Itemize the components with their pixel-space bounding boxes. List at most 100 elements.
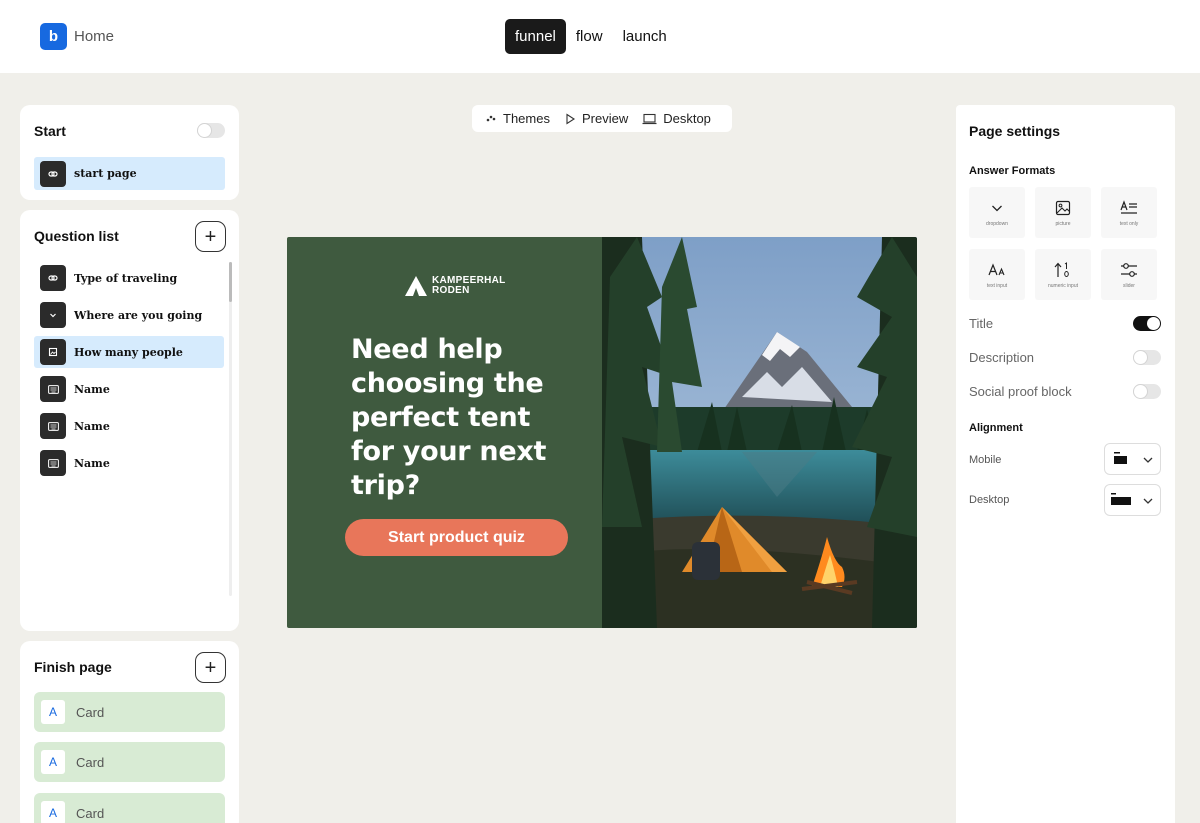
format-label: text only — [1119, 221, 1139, 227]
brand-logo: KAMPEERHAL RODEN — [404, 275, 506, 297]
sort-numeric-icon — [1054, 262, 1069, 277]
link-icon — [40, 160, 66, 187]
start-page-item[interactable]: start page — [34, 157, 225, 190]
description-setting-label: Description — [969, 350, 1035, 365]
themes-label: Themes — [503, 111, 550, 126]
question-item-how-many-people[interactable]: How many people — [34, 336, 224, 368]
camping-landscape-image — [602, 237, 917, 628]
format-text-input[interactable]: text input — [969, 249, 1025, 300]
preview-label: Preview — [581, 111, 629, 126]
finish-card[interactable]: A Card — [34, 793, 225, 823]
palette-icon — [486, 115, 496, 121]
question-list-panel: Question list + Type of traveling Where … — [20, 210, 239, 631]
social-proof-setting-label: Social proof block — [969, 384, 1072, 399]
preview-text-panel: KAMPEERHAL RODEN Need help choosing the … — [287, 237, 602, 628]
headline-line: perfect tent — [351, 402, 531, 433]
canvas-toolbar: Themes Preview Desktop — [472, 105, 732, 132]
question-label: How many people — [74, 345, 183, 359]
desktop-alignment-select[interactable] — [1104, 484, 1161, 516]
start-quiz-button[interactable]: Start product quiz — [345, 519, 568, 556]
question-label: Where are you going — [74, 308, 203, 322]
desktop-button[interactable]: Desktop — [642, 111, 711, 126]
mobile-alignment-label: Mobile — [969, 454, 1002, 466]
format-label: text input — [986, 283, 1008, 289]
mobile-alignment-select[interactable] — [1104, 443, 1161, 475]
add-question-button[interactable]: + — [195, 221, 226, 252]
question-item-name[interactable]: Name — [34, 447, 224, 479]
card-type-badge: A — [41, 750, 65, 774]
image-icon — [1055, 200, 1071, 216]
text-icon — [1120, 200, 1137, 214]
keyboard-icon — [40, 413, 66, 439]
card-type-badge: A — [41, 801, 65, 823]
plus-icon: + — [204, 225, 217, 248]
question-label: Type of traveling — [74, 271, 178, 285]
question-list-scroll-thumb[interactable] — [229, 262, 232, 302]
finish-page-title: Finish page — [34, 659, 112, 675]
title-setting-label: Title — [969, 316, 994, 331]
home-link[interactable]: Home — [74, 28, 114, 45]
question-label: Name — [74, 419, 110, 433]
answer-formats-label: Answer Formats — [969, 165, 1056, 177]
image-icon — [40, 339, 66, 365]
headline-line: choosing the — [351, 368, 544, 399]
question-item-name[interactable]: Name — [34, 410, 224, 442]
finish-page-panel: Finish page + A Card A Card A Card — [20, 641, 239, 823]
font-size-icon — [988, 263, 1005, 276]
align-left-icon — [1111, 493, 1131, 505]
tent-logo-icon — [405, 276, 427, 296]
question-list-scrollbar[interactable] — [229, 262, 232, 596]
start-panel: Start start page — [20, 105, 239, 200]
question-item-type-of-traveling[interactable]: Type of traveling — [34, 262, 224, 294]
finish-card[interactable]: A Card — [34, 692, 225, 732]
question-item-where-are-you-going[interactable]: Where are you going — [34, 299, 224, 331]
headline-line: trip? — [351, 470, 420, 501]
chevron-down-icon — [1143, 498, 1153, 504]
alignment-label: Alignment — [969, 422, 1023, 434]
question-item-name[interactable]: Name — [34, 373, 224, 405]
top-bar: b Home funnel flow launch — [0, 0, 1200, 73]
social-proof-toggle[interactable] — [1133, 384, 1161, 399]
format-slider[interactable]: slider — [1101, 249, 1157, 300]
format-label: numeric input — [1047, 283, 1078, 289]
card-label: Card — [76, 754, 105, 770]
chevron-down-icon — [40, 302, 66, 328]
title-toggle[interactable] — [1133, 316, 1161, 331]
format-dropdown[interactable]: dropdown — [969, 187, 1025, 238]
format-label: picture — [1055, 221, 1071, 227]
chevron-down-icon — [992, 205, 1002, 212]
keyboard-icon — [40, 450, 66, 476]
align-left-icon — [1114, 452, 1127, 464]
format-picture[interactable]: picture — [1035, 187, 1091, 238]
tab-funnel[interactable]: funnel — [505, 19, 566, 54]
play-icon — [566, 112, 575, 125]
question-list-title: Question list — [34, 228, 119, 244]
format-label: dropdown — [986, 221, 1008, 227]
desktop-label: Desktop — [663, 111, 711, 126]
add-finish-card-button[interactable]: + — [195, 652, 226, 683]
preview-button[interactable]: Preview — [564, 111, 628, 126]
page-settings-panel: Page settings Answer Formats dropdown pi… — [956, 105, 1175, 823]
format-text-only[interactable]: text only — [1101, 187, 1157, 238]
tab-flow[interactable]: flow — [566, 19, 613, 54]
desktop-alignment-label: Desktop — [969, 494, 1010, 506]
themes-button[interactable]: Themes — [485, 111, 550, 126]
app-logo[interactable]: b — [40, 23, 67, 50]
format-numeric-input[interactable]: numeric input — [1035, 249, 1091, 300]
page-settings-title: Page settings — [969, 123, 1061, 139]
start-toggle[interactable] — [197, 123, 225, 138]
preview-image — [602, 237, 917, 628]
tab-launch[interactable]: launch — [613, 19, 677, 54]
finish-card[interactable]: A Card — [34, 742, 225, 782]
question-label: Name — [74, 456, 110, 470]
start-title: Start — [34, 123, 66, 139]
card-label: Card — [76, 704, 105, 720]
page-preview[interactable]: KAMPEERHAL RODEN Need help choosing the … — [287, 237, 917, 628]
question-label: Name — [74, 382, 110, 396]
laptop-icon — [642, 113, 657, 124]
slider-icon — [1121, 263, 1137, 277]
card-label: Card — [76, 805, 105, 821]
start-page-label: start page — [74, 167, 137, 180]
description-toggle[interactable] — [1133, 350, 1161, 365]
keyboard-icon — [40, 376, 66, 402]
